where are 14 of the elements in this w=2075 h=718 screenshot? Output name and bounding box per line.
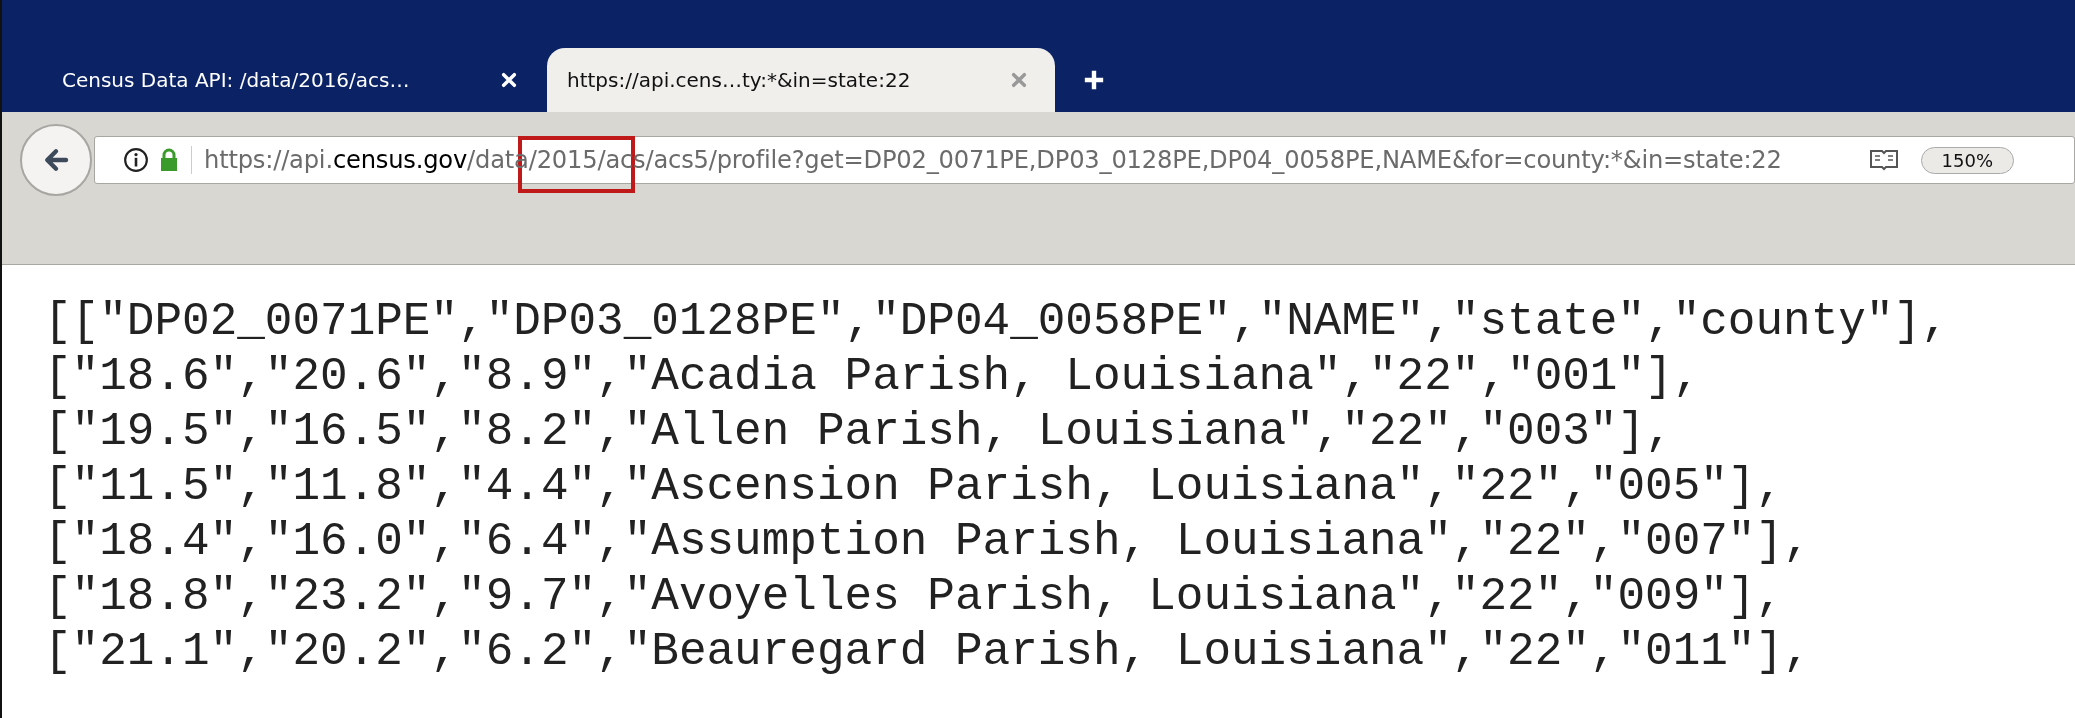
json-line: ["18.4","16.0","6.4","Assumption Parish, Louisiana","22","007"], bbox=[44, 515, 1811, 570]
json-line: ["18.8","23.2","9.7","Avoyelles Parish, Louisiana","22","009"], bbox=[44, 570, 1784, 625]
new-tab-icon[interactable] bbox=[1083, 69, 1105, 91]
json-line: ["18.6","20.6","8.9","Acadia Parish, Louisiana","22","001"], bbox=[44, 350, 1701, 405]
json-line: ["19.5","16.5","8.2","Allen Parish, Louisiana","22","003"], bbox=[44, 405, 1673, 460]
json-line: ["11.5","11.8","4.4","Ascension Parish, Louisiana","22","005"], bbox=[44, 460, 1784, 515]
browser-tab[interactable]: Census Data API: /data/2016/acs… bbox=[60, 48, 545, 112]
info-icon[interactable] bbox=[123, 147, 149, 173]
json-line: [["DP02_0071PE","DP03_0128PE","DP04_0058PE","NAME","state","county"], bbox=[44, 295, 1949, 350]
browser-tab[interactable]: https://api.cens…ty:*&in=state:22 bbox=[547, 48, 1055, 112]
reader-view-icon[interactable] bbox=[1868, 148, 1899, 172]
json-line: ["21.1","20.2","6.2","Beauregard Parish, Louisiana","22","011"], bbox=[44, 625, 1811, 680]
lock-icon bbox=[159, 148, 179, 172]
zoom-level-badge[interactable]: 150% bbox=[1920, 146, 2014, 174]
